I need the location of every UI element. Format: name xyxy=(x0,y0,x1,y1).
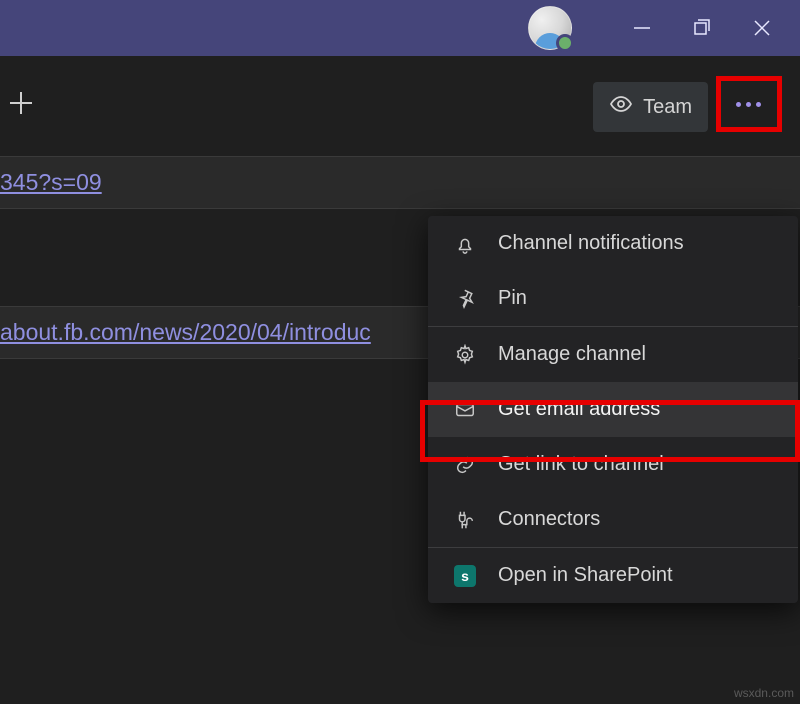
user-avatar[interactable] xyxy=(528,6,572,50)
presence-available-icon xyxy=(556,34,574,52)
watermark: wsxdn.com xyxy=(734,686,794,700)
menu-item-channel-notifications[interactable]: Channel notifications xyxy=(428,216,798,271)
maximize-button[interactable] xyxy=(672,0,732,56)
menu-item-label: Manage channel xyxy=(498,343,646,366)
gear-icon xyxy=(452,344,478,366)
team-visibility-button[interactable]: Team xyxy=(593,82,708,132)
message-link[interactable]: 345?s=09 xyxy=(0,169,102,195)
sharepoint-icon: s xyxy=(452,565,478,587)
message-card[interactable]: 345?s=09 xyxy=(0,156,800,209)
menu-item-manage-channel[interactable]: Manage channel xyxy=(428,327,798,382)
pin-icon xyxy=(452,288,478,310)
menu-item-get-email-address[interactable]: Get email address xyxy=(428,382,798,437)
bell-icon xyxy=(452,233,478,255)
menu-item-label: Open in SharePoint xyxy=(498,564,673,587)
minimize-button[interactable] xyxy=(612,0,672,56)
menu-item-get-link[interactable]: Get link to channel xyxy=(428,437,798,492)
channel-content: Team 345?s=09 about.fb.com/news/2020/04/… xyxy=(0,56,800,704)
menu-item-pin[interactable]: Pin xyxy=(428,271,798,326)
link-icon xyxy=(452,454,478,476)
close-button[interactable] xyxy=(732,0,792,56)
eye-icon xyxy=(609,92,633,122)
annotation-highlight xyxy=(716,76,782,132)
channel-context-menu: Channel notifications Pin Manage channel… xyxy=(428,216,798,603)
menu-item-connectors[interactable]: Connectors xyxy=(428,492,798,547)
envelope-icon xyxy=(452,399,478,421)
menu-item-label: Connectors xyxy=(498,508,600,531)
titlebar xyxy=(0,0,800,56)
menu-item-open-sharepoint[interactable]: s Open in SharePoint xyxy=(428,548,798,603)
menu-item-label: Pin xyxy=(498,287,527,310)
menu-item-label: Get link to channel xyxy=(498,453,664,476)
new-conversation-button[interactable] xyxy=(6,88,36,123)
team-button-label: Team xyxy=(643,96,692,119)
menu-item-label: Get email address xyxy=(498,398,660,421)
menu-item-label: Channel notifications xyxy=(498,232,684,255)
message-link[interactable]: about.fb.com/news/2020/04/introduc xyxy=(0,319,371,345)
connectors-icon xyxy=(452,509,478,531)
